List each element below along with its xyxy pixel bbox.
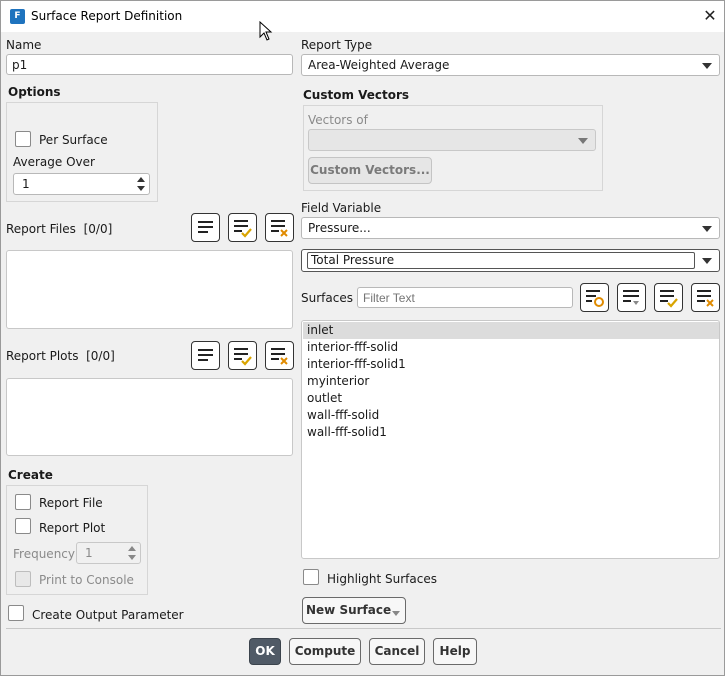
app-icon: F	[10, 9, 25, 24]
surfaces-select-all-button[interactable]	[654, 283, 683, 312]
surfaces-list[interactable]: inlet interior-fff-solid interior-fff-so…	[301, 320, 720, 559]
chevron-down-icon	[578, 138, 588, 144]
create-title: Create	[8, 468, 53, 482]
window-title: Surface Report Definition	[31, 9, 183, 23]
chevron-down-icon	[702, 258, 712, 264]
ok-button[interactable]: OK	[249, 638, 281, 665]
report-type-dropdown[interactable]: Area-Weighted Average	[301, 54, 720, 76]
filter-list-icon	[586, 290, 604, 307]
print-to-console-checkbox[interactable]	[15, 571, 31, 587]
list-check-icon	[660, 290, 678, 308]
surface-item[interactable]: outlet	[303, 390, 719, 407]
list-icon	[198, 349, 213, 361]
create-output-parameter-checkbox[interactable]	[8, 605, 24, 621]
list-clear-icon	[697, 290, 714, 307]
surface-item[interactable]: interior-fff-solid1	[303, 356, 719, 373]
vectors-of-dropdown[interactable]	[308, 129, 596, 151]
surface-item[interactable]: wall-fff-solid	[303, 407, 719, 424]
title-bar: F Surface Report Definition ✕	[1, 1, 724, 32]
new-surface-label: New Surface	[306, 603, 392, 617]
surfaces-filter-input[interactable]	[357, 287, 573, 308]
field-variable-dropdown[interactable]: Total Pressure	[301, 249, 720, 272]
cancel-button[interactable]: Cancel	[369, 638, 425, 665]
list-check-icon	[234, 220, 252, 238]
new-surface-button[interactable]: New Surface	[302, 597, 406, 624]
surfaces-deselect-all-button[interactable]	[691, 283, 720, 312]
custom-vectors-button[interactable]: Custom Vectors...	[308, 157, 432, 184]
report-plots-list[interactable]	[6, 378, 293, 456]
report-plots-count: [0/0]	[86, 349, 115, 363]
list-dropdown-icon	[623, 290, 639, 305]
list-check-icon	[234, 348, 252, 366]
dialog-window: F Surface Report Definition ✕ Name p1 Op…	[0, 0, 725, 676]
field-variable-label: Field Variable	[301, 201, 382, 215]
report-files-deselect-all-button[interactable]	[265, 213, 294, 242]
surfaces-filter-button[interactable]	[580, 283, 609, 312]
highlight-surfaces-checkbox[interactable]	[303, 569, 319, 585]
field-variable-value[interactable]: Total Pressure	[307, 252, 695, 269]
close-icon[interactable]: ✕	[699, 6, 721, 26]
mouse-cursor-icon	[259, 21, 273, 41]
frequency-stepper[interactable]: 1	[76, 542, 141, 564]
report-plot-label: Report Plot	[39, 521, 106, 535]
report-plot-checkbox[interactable]	[15, 518, 31, 534]
surface-item[interactable]: myinterior	[303, 373, 719, 390]
vectors-of-label: Vectors of	[308, 113, 368, 127]
help-button[interactable]: Help	[433, 638, 477, 665]
compute-button[interactable]: Compute	[289, 638, 361, 665]
report-type-label: Report Type	[301, 38, 373, 52]
surface-item[interactable]: interior-fff-solid	[303, 339, 719, 356]
field-variable-category-value: Pressure...	[308, 221, 371, 235]
list-clear-icon	[271, 348, 288, 365]
list-clear-icon	[271, 220, 288, 237]
report-plots-list-button[interactable]	[191, 341, 220, 370]
report-type-value: Area-Weighted Average	[308, 58, 450, 72]
report-plots-label: Report Plots [0/0]	[6, 349, 115, 363]
average-over-stepper[interactable]: 1	[13, 173, 150, 195]
spin-up-icon[interactable]	[128, 546, 136, 551]
report-files-select-all-button[interactable]	[228, 213, 257, 242]
list-icon	[198, 221, 213, 233]
report-files-list-button[interactable]	[191, 213, 220, 242]
name-input[interactable]: p1	[6, 54, 293, 75]
field-variable-category-dropdown[interactable]: Pressure...	[301, 217, 720, 239]
highlight-surfaces-label: Highlight Surfaces	[327, 572, 437, 586]
footer-separator	[6, 628, 721, 629]
chevron-down-icon	[702, 226, 712, 232]
average-over-value: 1	[22, 177, 30, 191]
spin-down-icon[interactable]	[128, 555, 136, 560]
surface-item[interactable]: inlet	[303, 322, 719, 339]
frequency-label: Frequency	[13, 547, 75, 561]
frequency-value: 1	[85, 546, 93, 560]
spin-down-icon[interactable]	[137, 186, 145, 191]
surfaces-label: Surfaces	[301, 291, 353, 305]
chevron-down-icon	[702, 63, 712, 69]
name-label: Name	[6, 38, 42, 52]
surfaces-list-options-button[interactable]	[617, 283, 646, 312]
report-file-checkbox[interactable]	[15, 494, 31, 510]
report-files-list[interactable]	[6, 250, 293, 329]
report-plots-select-all-button[interactable]	[228, 341, 257, 370]
options-title: Options	[8, 85, 61, 99]
per-surface-label: Per Surface	[39, 133, 108, 147]
report-files-count: [0/0]	[83, 222, 113, 236]
chevron-down-icon	[392, 611, 400, 616]
spin-up-icon[interactable]	[137, 177, 145, 182]
custom-vectors-title: Custom Vectors	[303, 88, 410, 102]
per-surface-checkbox[interactable]	[15, 131, 31, 147]
average-over-label: Average Over	[13, 155, 95, 169]
report-file-label: Report File	[39, 496, 103, 510]
print-to-console-label: Print to Console	[39, 573, 134, 587]
report-files-label: Report Files [0/0]	[6, 222, 113, 236]
surface-item[interactable]: wall-fff-solid1	[303, 424, 719, 441]
report-plots-deselect-all-button[interactable]	[265, 341, 294, 370]
create-output-parameter-label: Create Output Parameter	[32, 608, 184, 622]
